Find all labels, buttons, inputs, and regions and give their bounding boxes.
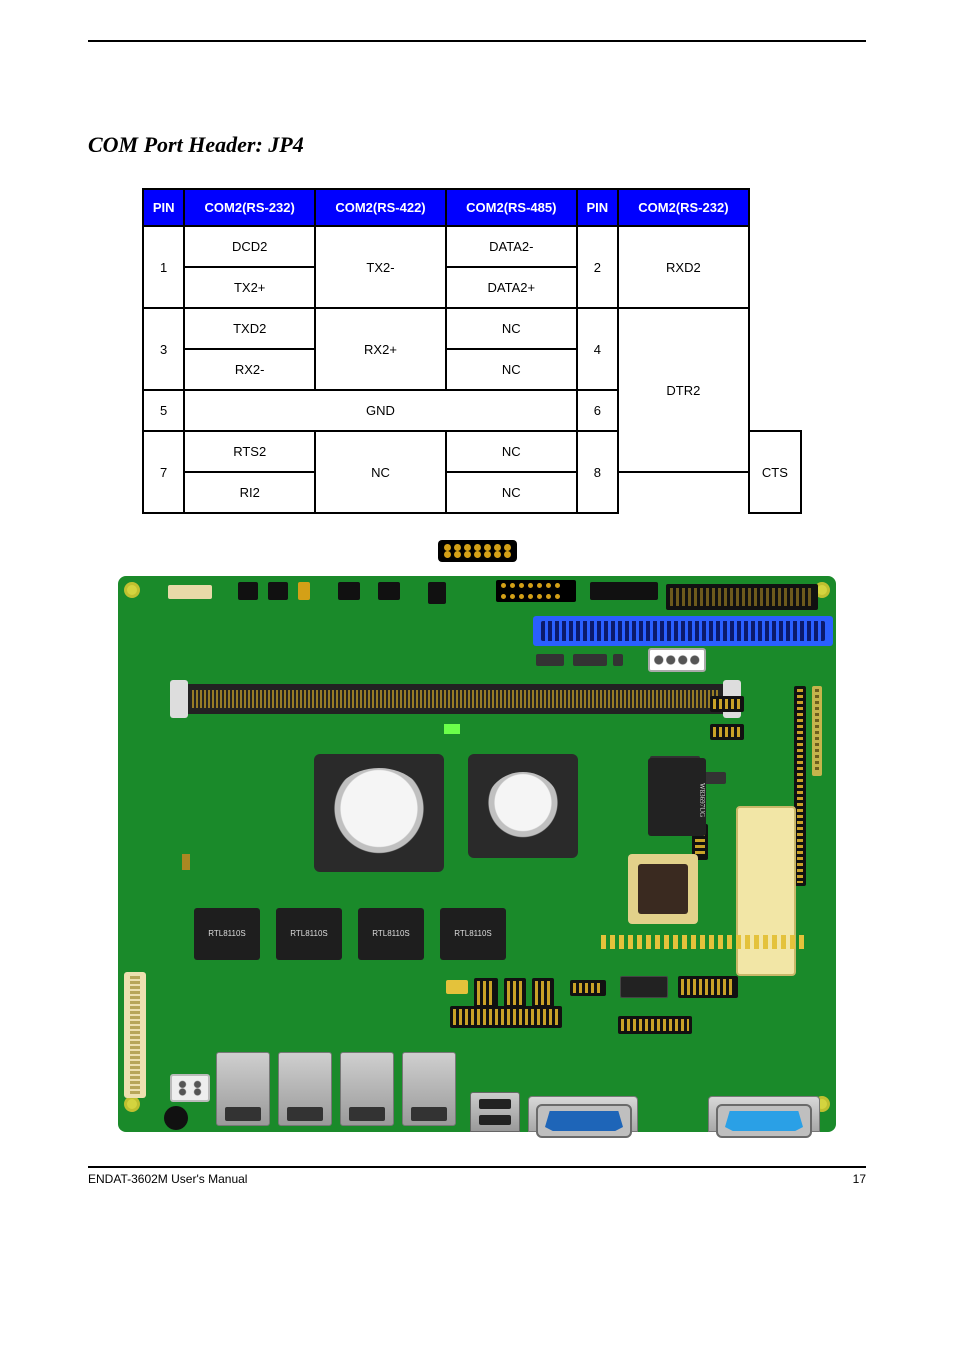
- table-row: 3 TXD2 RX2+ NC 4 DTR2: [143, 308, 801, 349]
- cell: RX2-: [184, 349, 315, 390]
- mount-hole: [124, 582, 140, 598]
- cell: 8: [577, 431, 618, 513]
- ethernet-chip: RTL8110S: [440, 908, 506, 960]
- cell: TX2-: [315, 226, 446, 308]
- th-pin-l: PIN: [143, 189, 184, 226]
- cell: RTS2: [184, 431, 315, 472]
- small-component: [613, 654, 623, 666]
- top-connector: [428, 582, 446, 604]
- cell: NC: [446, 349, 577, 390]
- heatsink-chip: [314, 754, 444, 872]
- ide-connector: [666, 584, 818, 610]
- vga-port: [716, 1104, 812, 1138]
- superio-chip: W83697UG: [648, 758, 706, 836]
- cell: DCD2: [184, 226, 315, 267]
- pin-header: [446, 980, 468, 994]
- pin-table: PIN COM2(RS-232) COM2(RS-422) COM2(RS-48…: [142, 188, 802, 514]
- rj45-port: [278, 1052, 332, 1126]
- rj45-port: [340, 1052, 394, 1126]
- small-component: [536, 654, 564, 666]
- dc-jack: [164, 1106, 188, 1130]
- cell: 6: [577, 390, 618, 431]
- dimm-slot: [178, 684, 733, 714]
- pin-header: [678, 976, 738, 998]
- cell: 2: [577, 226, 618, 308]
- ethernet-chip: RTL8110S: [194, 908, 260, 960]
- cell: GND: [184, 390, 576, 431]
- cell: RI2: [184, 472, 315, 513]
- section-title: COM Port Header: JP4: [88, 132, 866, 158]
- pin-row: [598, 932, 808, 952]
- ethernet-chip: RTL8110S: [276, 908, 342, 960]
- cell: 1: [143, 226, 184, 308]
- top-connector: [378, 582, 400, 600]
- cell: NC: [446, 308, 577, 349]
- cell: RX2+: [315, 308, 446, 390]
- rj45-port: [402, 1052, 456, 1126]
- top-connector: [238, 582, 258, 600]
- pin-header: [450, 1006, 562, 1028]
- top-connector: [338, 582, 360, 600]
- pin-header: [710, 724, 744, 740]
- pin-header: [570, 980, 606, 996]
- th-422: COM2(RS-422): [315, 189, 446, 226]
- cell: NC: [446, 431, 577, 472]
- th-232-l: COM2(RS-232): [184, 189, 315, 226]
- footer-rule: [88, 1166, 866, 1168]
- cell: NC: [315, 431, 446, 513]
- table-row: RI2 NC: [143, 472, 801, 513]
- cell: DTR2: [618, 308, 749, 472]
- pin-header: [812, 686, 822, 776]
- page-number: 17: [853, 1172, 866, 1186]
- pin-header: [620, 976, 668, 998]
- rj45-port: [216, 1052, 270, 1126]
- jp4-location: [496, 580, 576, 602]
- cell: 3: [143, 308, 184, 390]
- pin-header: [504, 978, 526, 1008]
- cell: TXD2: [184, 308, 315, 349]
- top-connector: [298, 582, 310, 600]
- top-connector: [168, 585, 212, 599]
- board-illustration: W83697UG RTL8110S RTL8110S RTL8110S RTL8…: [118, 576, 836, 1132]
- cell: DATA2+: [446, 267, 577, 308]
- th-485: COM2(RS-485): [446, 189, 577, 226]
- plcc-chip: [628, 854, 698, 924]
- atx-power-connector: [170, 1074, 210, 1102]
- th-pin-r: PIN: [577, 189, 618, 226]
- cell: NC: [446, 472, 577, 513]
- th-232-r: COM2(RS-232): [618, 189, 749, 226]
- ethernet-chip: RTL8110S: [358, 908, 424, 960]
- footer-title: ENDAT-3602M User's Manual: [88, 1172, 247, 1186]
- usb-ports: [470, 1092, 520, 1132]
- serial-port: [536, 1104, 632, 1138]
- dimm-clip: [170, 680, 188, 718]
- led-indicator: [444, 724, 460, 734]
- top-connector: [268, 582, 288, 600]
- pin-header: [710, 696, 744, 712]
- page-footer: ENDAT-3602M User's Manual 17: [88, 1172, 866, 1186]
- cell: CTS: [749, 431, 801, 513]
- mount-hole: [124, 1096, 140, 1112]
- ide-connector-blue: [533, 616, 833, 646]
- pin-header: [618, 1016, 692, 1034]
- flex-connector: [124, 972, 146, 1098]
- pin-header: [532, 978, 554, 1008]
- cell: TX2+: [184, 267, 315, 308]
- cell: RXD2: [618, 226, 749, 308]
- top-connector: [590, 582, 658, 600]
- cell: 4: [577, 308, 618, 390]
- pin-header: [474, 978, 498, 1008]
- header-rule: [88, 40, 866, 42]
- cell: DATA2-: [446, 226, 577, 267]
- small-component: [573, 654, 607, 666]
- jumper: [182, 854, 190, 870]
- table-row: 1 DCD2 TX2- DATA2- 2 RXD2: [143, 226, 801, 267]
- heatsink-chip: [468, 754, 578, 858]
- cell: 5: [143, 390, 184, 431]
- jp4-diagram: [438, 540, 517, 562]
- power-connector: [648, 648, 706, 672]
- cell: 7: [143, 431, 184, 513]
